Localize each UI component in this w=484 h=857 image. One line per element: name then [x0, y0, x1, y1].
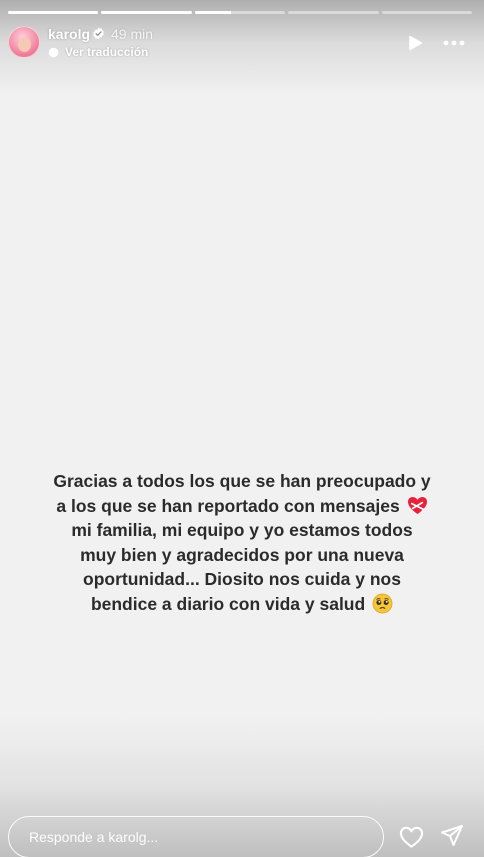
- play-icon: [408, 35, 422, 51]
- story-header: karolg 49 min Ver traducción: [8, 24, 476, 64]
- story-progress-fill: [194, 11, 231, 14]
- story-progress-fill: [8, 11, 99, 14]
- story-progress-segment: [381, 11, 473, 14]
- story-progress-bar: [8, 11, 473, 14]
- story-progress-segment: [288, 11, 379, 14]
- mending-heart-emoji: [407, 496, 427, 514]
- send-paper-plane-icon[interactable]: [440, 824, 464, 848]
- translate-label: Ver traducción: [65, 45, 149, 59]
- more-options-button[interactable]: [440, 33, 468, 53]
- reply-input[interactable]: [8, 816, 384, 857]
- heart-outline-icon[interactable]: [399, 825, 424, 849]
- story-text-line: mi familia, mi equipo y yo estamos todos: [71, 520, 413, 540]
- avatar-face: [18, 37, 31, 52]
- more-options-icon: [443, 40, 465, 46]
- story-text-line: a los que se han reportado con mensajes: [56, 495, 400, 516]
- story-text-line: oportunidad... Diosito nos cuida y nos: [83, 569, 401, 589]
- story-text-line: Gracias a todos los que se han preocupad…: [53, 471, 431, 491]
- username[interactable]: karolg: [48, 26, 90, 42]
- translate-icon: [48, 47, 59, 57]
- post-time: 49 min: [111, 26, 154, 42]
- pleading-face-emoji: [372, 593, 393, 613]
- story-viewer: karolg 49 min Ver traducción Gracias a t…: [0, 0, 484, 857]
- story-text: Gracias a todos los que se han preocupad…: [22, 469, 462, 616]
- translate-link[interactable]: Ver traducción: [48, 44, 148, 60]
- play-button[interactable]: [405, 33, 425, 53]
- verified-badge-icon: [93, 27, 104, 40]
- story-text-line-with-emoji: bendice a diario con vida y salud: [22, 592, 462, 617]
- story-progress-segment: [194, 11, 286, 14]
- story-progress-segment: [101, 11, 192, 14]
- story-text-line: muy bien y agradecidos por una nueva: [80, 544, 404, 565]
- avatar[interactable]: [8, 26, 40, 58]
- story-text-line-with-emoji: a los que se han reportado con mensajes: [22, 494, 462, 519]
- story-text-line: bendice a diario con vida y salud: [90, 593, 366, 614]
- story-progress-segment: [8, 11, 99, 14]
- story-progress-fill: [101, 11, 192, 14]
